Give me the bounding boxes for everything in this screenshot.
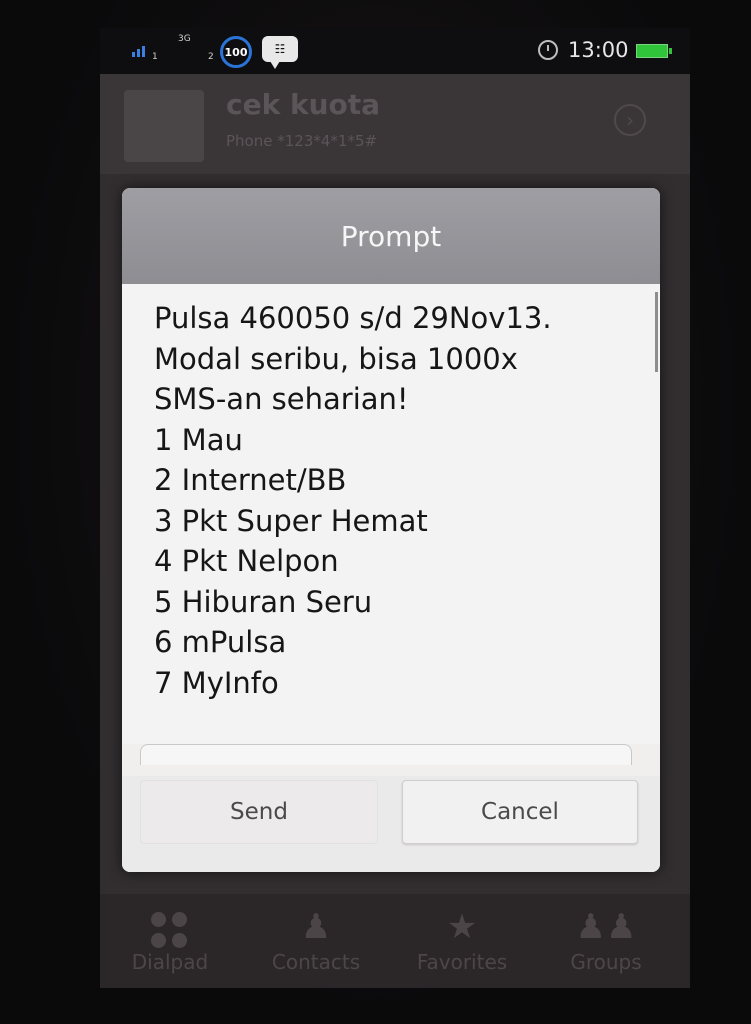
status-bar: 1 3G 2 100 ☷ 13:00 xyxy=(100,28,690,74)
send-button[interactable]: Send xyxy=(140,780,378,844)
notification-count-badge: 100 xyxy=(220,36,252,68)
sim1-label: 1 xyxy=(152,52,158,62)
bbm-icon: ☷ xyxy=(262,36,298,69)
tab-favorites[interactable]: ★ Favorites xyxy=(392,894,532,988)
dialog-header: Prompt xyxy=(122,188,660,284)
contact-header: cek kuota Phone *123*4*1*5# › xyxy=(100,74,690,174)
menu-option: 4 Pkt Nelpon xyxy=(154,544,339,578)
chevron-right-icon[interactable]: › xyxy=(614,104,646,136)
menu-option: 2 Internet/BB xyxy=(154,463,347,497)
tab-groups[interactable]: ♟♟ Groups xyxy=(536,894,676,988)
message-line: Pulsa 460050 s/d 29Nov13. xyxy=(154,301,552,335)
phone-screen: 1 3G 2 100 ☷ 13:00 cek kuota Phone *123*… xyxy=(100,28,690,988)
groups-icon: ♟♟ xyxy=(575,907,637,947)
signal-icon xyxy=(132,46,145,57)
cancel-button[interactable]: Cancel xyxy=(402,780,638,844)
menu-option: 7 MyInfo xyxy=(154,665,279,700)
message-line: Modal seribu, bisa 1000x xyxy=(154,341,518,376)
message-line: SMS-an seharian! xyxy=(154,382,409,416)
tab-label: Favorites xyxy=(416,950,508,974)
battery-icon xyxy=(636,44,672,58)
favorites-icon: ★ xyxy=(446,907,478,947)
avatar xyxy=(124,90,204,162)
dialog-button-bar: Send Cancel xyxy=(122,776,660,872)
tab-label: Groups xyxy=(570,950,642,974)
menu-option: 6 mPulsa xyxy=(154,625,287,659)
menu-option: 3 Pkt Super Hemat xyxy=(154,503,428,538)
menu-option: 5 Hiburan Seru xyxy=(154,584,373,619)
network-label: 3G xyxy=(178,34,191,44)
sim2-label: 2 xyxy=(208,52,214,62)
scrollbar[interactable] xyxy=(655,292,658,372)
prompt-dialog: Prompt Pulsa 460050 s/d 29Nov13. Modal s… xyxy=(122,188,660,872)
tab-contacts[interactable]: ♟ Contacts xyxy=(246,894,386,988)
contacts-icon: ♟ xyxy=(300,907,332,947)
alarm-icon xyxy=(538,40,558,60)
dialog-message: Pulsa 460050 s/d 29Nov13. Modal seribu, … xyxy=(122,284,660,744)
dialog-title: Prompt xyxy=(340,219,442,253)
reply-input[interactable] xyxy=(140,744,632,765)
bottom-tab-bar: Dialpad ♟ Contacts ★ Favorites ♟♟ Groups xyxy=(100,894,690,988)
dialpad-icon xyxy=(151,912,189,950)
tab-label: Dialpad xyxy=(131,950,209,974)
clock: 13:00 xyxy=(568,38,629,62)
message-text: Pulsa 460050 s/d 29Nov13. Modal seribu, … xyxy=(154,298,644,703)
menu-option: 1 Mau xyxy=(154,422,243,457)
contact-name: cek kuota xyxy=(226,88,381,121)
contact-phone: Phone *123*4*1*5# xyxy=(226,132,378,150)
tab-dialpad[interactable]: Dialpad xyxy=(100,894,240,988)
tab-label: Contacts xyxy=(271,950,361,974)
